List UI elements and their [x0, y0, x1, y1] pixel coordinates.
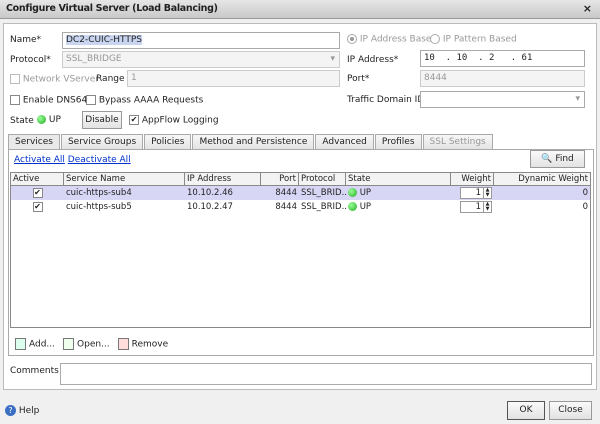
table-row[interactable]: ✔ cuic-https-sub4 10.10.2.46 8444 SSL_BR… — [11, 186, 590, 200]
active-checkbox[interactable]: ✔ — [32, 187, 43, 198]
help-button[interactable]: ? Help — [5, 405, 39, 416]
table-header: Active Service Name IP Address Port Prot… — [11, 172, 590, 186]
protocol-value: SSL_BRIDGE — [66, 54, 122, 64]
state: UP — [346, 202, 451, 212]
deactivate-all-link[interactable]: Deactivate All — [68, 155, 131, 165]
close-button[interactable]: Close — [549, 401, 592, 420]
col-port[interactable]: Port — [261, 172, 299, 186]
range-label: Range — [96, 74, 125, 84]
state: UP — [346, 188, 451, 198]
status-up-icon — [348, 202, 357, 211]
dynamic-weight: 0 — [582, 202, 588, 212]
col-weight[interactable]: Weight — [451, 172, 494, 186]
protocol: SSL_BRID... — [301, 188, 346, 198]
port: 8444 — [275, 188, 297, 198]
add-button[interactable]: Add... — [15, 338, 55, 350]
title-bar: Configure Virtual Server (Load Balancing… — [0, 0, 600, 19]
state-indicator: UP — [37, 115, 61, 125]
tab-service-groups[interactable]: Service Groups — [60, 134, 144, 149]
bypass-aaaa-checkbox[interactable]: Bypass AAAA Requests — [86, 95, 203, 106]
close-icon[interactable]: × — [583, 2, 592, 15]
network-vserver-checkbox[interactable]: Network VServer — [10, 74, 99, 85]
tab-bar: Services Service Groups Policies Method … — [8, 134, 494, 149]
protocol-label: Protocol* — [10, 55, 51, 65]
remove-icon — [117, 338, 129, 350]
ip-address: 10.10.2.46 — [187, 188, 233, 198]
traffic-domain-select[interactable]: ▾ — [420, 91, 585, 108]
ip-address-label: IP Address* — [347, 55, 399, 65]
status-up-icon — [348, 188, 357, 197]
status-up-icon — [37, 115, 46, 124]
ip-address-input[interactable]: 10 . 10 . 2 . 61 — [420, 50, 585, 67]
tab-policies[interactable]: Policies — [144, 134, 192, 149]
col-active[interactable]: Active — [11, 172, 64, 186]
add-icon — [15, 338, 26, 350]
name-value: DC2-CUIC-HTTPS — [66, 35, 142, 45]
tab-services[interactable]: Services — [8, 134, 60, 149]
dynamic-weight: 0 — [582, 188, 588, 198]
services-toolbar: Add... Open... Remove — [15, 338, 168, 350]
tab-method-persistence[interactable]: Method and Persistence — [192, 134, 315, 149]
protocol-select[interactable]: SSL_BRIDGE ▾ — [62, 51, 340, 68]
search-icon: 🔍 — [541, 154, 553, 164]
col-service-name[interactable]: Service Name — [64, 172, 185, 186]
name-input[interactable]: DC2-CUIC-HTTPS — [62, 32, 340, 49]
table-row[interactable]: ✔ cuic-https-sub5 10.10.2.47 8444 SSL_BR… — [11, 200, 590, 214]
active-checkbox[interactable]: ✔ — [32, 201, 43, 212]
port-label: Port* — [347, 74, 370, 84]
services-table: Active Service Name IP Address Port Prot… — [10, 172, 591, 328]
comments-label: Comments — [10, 366, 59, 376]
ip-address-based-radio[interactable]: IP Address Based — [347, 34, 437, 45]
state-label: State — [10, 116, 34, 126]
comments-input[interactable] — [60, 363, 592, 385]
appflow-logging-checkbox[interactable]: ✔ AppFlow Logging — [129, 115, 219, 126]
port-input[interactable]: 8444 — [420, 70, 585, 87]
open-button[interactable]: Open... — [63, 338, 110, 350]
col-dynamic-weight[interactable]: Dynamic Weight — [494, 173, 590, 186]
col-ip-address[interactable]: IP Address — [185, 172, 261, 186]
window-title: Configure Virtual Server (Load Balancing… — [6, 3, 218, 14]
name-label: Name* — [10, 35, 42, 45]
col-protocol[interactable]: Protocol — [299, 172, 346, 186]
service-name: cuic-https-sub4 — [66, 188, 132, 198]
weight-stepper[interactable]: 1 ▲ ▼ — [451, 201, 494, 213]
activate-all-link[interactable]: Activate All — [14, 155, 65, 165]
find-button[interactable]: 🔍 Find — [530, 150, 585, 168]
help-icon: ? — [5, 405, 16, 416]
weight-stepper[interactable]: 1 ▲ ▼ — [451, 187, 494, 199]
bulk-actions: Activate All Deactivate All — [14, 155, 131, 165]
chevron-down-icon: ▾ — [575, 94, 580, 104]
tab-advanced[interactable]: Advanced — [315, 134, 374, 149]
edit-icon — [63, 338, 75, 350]
disable-button[interactable]: Disable — [82, 111, 122, 129]
col-state[interactable]: State — [346, 172, 451, 186]
chevron-down-icon: ▾ — [330, 54, 335, 64]
range-input[interactable]: 1 — [127, 70, 340, 87]
port: 8444 — [275, 202, 297, 212]
ok-button[interactable]: OK — [507, 401, 545, 420]
tab-profiles[interactable]: Profiles — [374, 134, 422, 149]
service-name: cuic-https-sub5 — [66, 202, 132, 212]
traffic-domain-label: Traffic Domain ID — [347, 95, 425, 105]
ip-pattern-based-radio[interactable]: IP Pattern Based — [430, 34, 517, 45]
ip-address: 10.10.2.47 — [187, 202, 233, 212]
remove-button[interactable]: Remove — [117, 338, 168, 350]
enable-dns64-checkbox[interactable]: Enable DNS64 — [10, 95, 87, 106]
tab-ssl-settings[interactable]: SSL Settings — [422, 134, 493, 149]
protocol: SSL_BRID... — [301, 202, 346, 212]
